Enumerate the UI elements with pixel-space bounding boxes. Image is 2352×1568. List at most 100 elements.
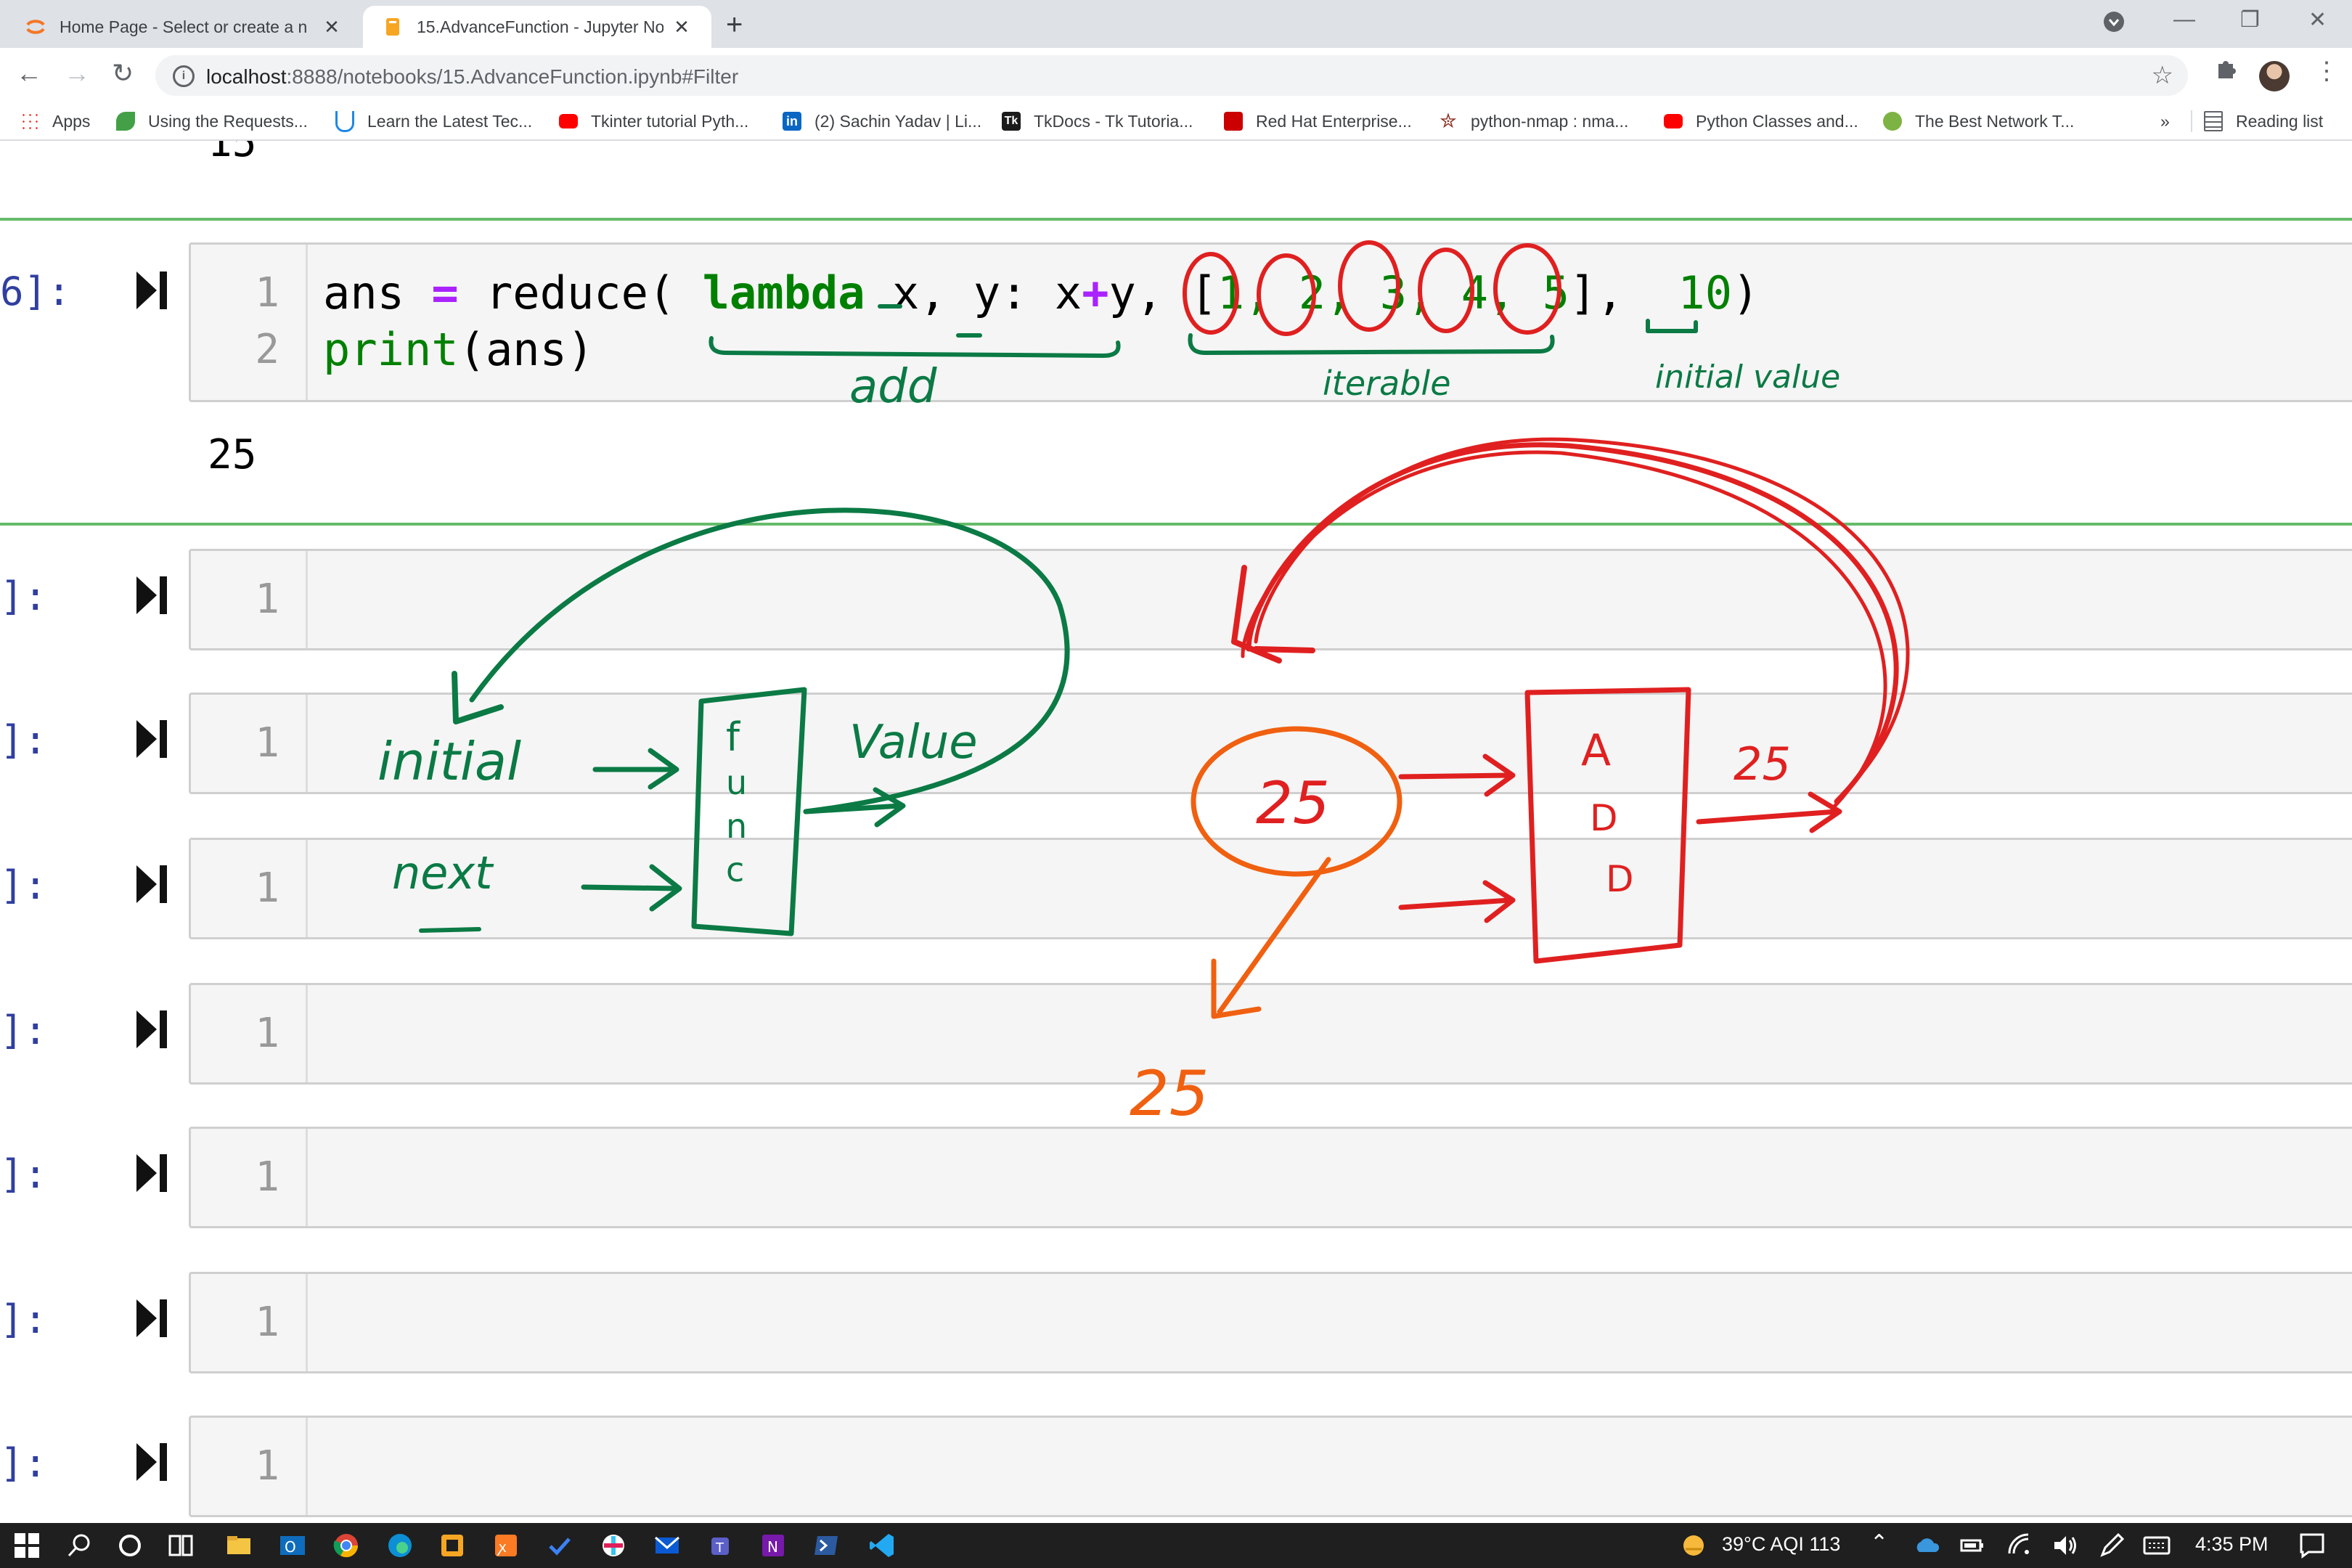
cell-input[interactable]: 1 2 ans = reduce( lambda x, y: x+y, [1, … bbox=[189, 242, 2352, 402]
code-cell[interactable]: ]: 1 bbox=[0, 983, 2352, 1085]
line-number-gutter: 1 bbox=[191, 985, 308, 1082]
bookmark-best-network[interactable]: The Best Network T... bbox=[1883, 109, 2074, 134]
file-explorer-icon[interactable] bbox=[225, 1532, 253, 1559]
xampp-icon[interactable]: ꭗ bbox=[492, 1532, 520, 1559]
close-tab-icon[interactable]: ✕ bbox=[321, 16, 343, 38]
teams-icon[interactable]: T bbox=[707, 1532, 735, 1559]
notifications-icon[interactable] bbox=[2298, 1532, 2326, 1559]
bookmark-apps[interactable]: Apps bbox=[20, 109, 90, 134]
bookmark-star-icon[interactable]: ☆ bbox=[2152, 61, 2173, 90]
bookmark-redhat[interactable]: Red Hat Enterprise... bbox=[1224, 109, 1412, 134]
cell-prompt: ]: bbox=[0, 862, 48, 908]
pen-workspace-icon[interactable] bbox=[2098, 1532, 2126, 1559]
forward-icon[interactable]: → bbox=[64, 58, 90, 89]
code-cell[interactable]: 6]: 1 2 ans = reduce( lambda x, y: x+y, … bbox=[0, 242, 2352, 402]
profile-avatar[interactable] bbox=[2259, 61, 2290, 91]
app-icon[interactable] bbox=[438, 1532, 466, 1559]
vscode-icon[interactable] bbox=[868, 1532, 896, 1559]
close-window-icon[interactable]: ✕ bbox=[2308, 7, 2327, 33]
menu-kebab-icon[interactable]: ⋮ bbox=[2314, 57, 2339, 86]
browser-toolbar: ← → ↻ i localhost:8888/notebooks/15.Adva… bbox=[0, 48, 2352, 103]
bookmark-python-classes[interactable]: Python Classes and... bbox=[1664, 109, 1858, 134]
bookmark-learn-latest[interactable]: Learn the Latest Tec... bbox=[335, 109, 532, 134]
clock-time[interactable]: 4:35 PM bbox=[2195, 1533, 2269, 1556]
code-cell[interactable]: ]: 1 bbox=[0, 693, 2352, 794]
run-cell-icon[interactable] bbox=[134, 1008, 170, 1051]
code-cell[interactable]: ]: 1 bbox=[0, 549, 2352, 650]
line-number-gutter: 1 bbox=[191, 1129, 308, 1226]
tab-advance-function[interactable]: 15.AdvanceFunction - Jupyter No ✕ bbox=[363, 6, 711, 48]
new-tab-icon[interactable]: + bbox=[726, 9, 743, 41]
edge-icon[interactable] bbox=[386, 1532, 414, 1559]
cell-input[interactable]: 1 bbox=[189, 1272, 2352, 1373]
code-cell[interactable]: ]: 1 bbox=[0, 1416, 2352, 1517]
bookmark-python-nmap[interactable]: ✮ python-nmap : nma... bbox=[1439, 109, 1628, 134]
u-logo-icon bbox=[335, 110, 354, 132]
cell-input[interactable]: 1 bbox=[189, 838, 2352, 939]
show-hidden-icons-chevron[interactable]: ⌃ bbox=[1870, 1530, 1888, 1556]
cell-input[interactable]: 1 bbox=[189, 1416, 2352, 1517]
onenote-icon[interactable]: N bbox=[759, 1532, 787, 1559]
outlook-icon[interactable]: O bbox=[279, 1532, 306, 1559]
task-view-icon[interactable] bbox=[167, 1532, 195, 1559]
site-info-icon[interactable]: i bbox=[173, 65, 195, 87]
weather-text[interactable]: 39°C AQI 113 bbox=[1722, 1533, 1840, 1556]
code-line-1[interactable]: ans = reduce( lambda x, y: x+y, [1, 2, 3… bbox=[323, 266, 1759, 319]
address-bar[interactable]: i localhost:8888/notebooks/15.AdvanceFun… bbox=[155, 55, 2188, 96]
run-cell-icon[interactable] bbox=[134, 1151, 170, 1195]
chrome-icon[interactable] bbox=[332, 1532, 360, 1559]
url-text: localhost:8888/notebooks/15.AdvanceFunct… bbox=[206, 65, 739, 88]
cell-input[interactable]: 1 bbox=[189, 693, 2352, 794]
volume-icon[interactable] bbox=[2051, 1532, 2079, 1559]
cell-prompt: ]: bbox=[0, 1151, 48, 1197]
wifi-icon[interactable] bbox=[2006, 1532, 2034, 1559]
youtube-icon bbox=[1664, 114, 1683, 128]
code-cell[interactable]: ]: 1 bbox=[0, 1272, 2352, 1373]
run-cell-icon[interactable] bbox=[134, 573, 170, 617]
tk-icon: Tk bbox=[1002, 112, 1021, 131]
touch-keyboard-icon[interactable] bbox=[2143, 1532, 2171, 1559]
bookmarks-overflow-chevron[interactable]: » bbox=[2160, 109, 2170, 134]
reading-list-icon bbox=[2204, 111, 2223, 131]
reload-icon[interactable]: ↻ bbox=[112, 58, 134, 89]
redhat-icon bbox=[1224, 112, 1243, 131]
reading-list[interactable]: Reading list bbox=[2204, 109, 2323, 134]
run-cell-icon[interactable] bbox=[134, 717, 170, 761]
bookmark-requests[interactable]: Using the Requests... bbox=[116, 109, 308, 134]
line-number: 1 bbox=[255, 1442, 279, 1490]
back-icon[interactable]: ← bbox=[16, 58, 42, 89]
battery-icon[interactable] bbox=[1959, 1532, 1986, 1559]
code-line-2[interactable]: print(ans) bbox=[323, 323, 594, 376]
bookmark-divider bbox=[2191, 110, 2192, 132]
bookmark-tkinter[interactable]: Tkinter tutorial Pyth... bbox=[559, 109, 748, 134]
code-cell[interactable]: ]: 1 bbox=[0, 1127, 2352, 1228]
bookmark-tkdocs[interactable]: Tk TkDocs - Tk Tutoria... bbox=[1002, 109, 1193, 134]
mail-icon[interactable] bbox=[653, 1532, 681, 1559]
cell-input[interactable]: 1 bbox=[189, 549, 2352, 650]
todo-check-icon[interactable] bbox=[546, 1532, 573, 1559]
restore-icon[interactable]: ❐ bbox=[2240, 7, 2260, 33]
line-number: 1 bbox=[255, 1299, 279, 1346]
extensions-icon[interactable] bbox=[2214, 57, 2237, 86]
cortana-icon[interactable] bbox=[116, 1532, 144, 1559]
search-icon[interactable] bbox=[65, 1532, 93, 1559]
green-circle-icon bbox=[1883, 112, 1902, 131]
onedrive-cloud-icon[interactable] bbox=[1914, 1532, 1941, 1559]
bookmark-linkedin[interactable]: in (2) Sachin Yadav | Li... bbox=[783, 109, 981, 134]
cell-input[interactable]: 1 bbox=[189, 1127, 2352, 1228]
tab-search-icon[interactable] bbox=[2102, 10, 2126, 39]
tab-home-page[interactable]: Home Page - Select or create a n ✕ bbox=[0, 6, 363, 48]
line-number-gutter: 1 bbox=[191, 551, 308, 648]
minimize-icon[interactable]: — bbox=[2173, 7, 2195, 32]
run-cell-icon[interactable] bbox=[134, 1297, 170, 1340]
slack-icon[interactable] bbox=[600, 1532, 627, 1559]
windows-start-icon[interactable] bbox=[13, 1532, 41, 1559]
cell-input[interactable]: 1 bbox=[189, 983, 2352, 1085]
notebook-area[interactable]: 15 6]: 1 2 ans = reduce( lambda x, y: x+… bbox=[0, 141, 2352, 1523]
close-tab-icon[interactable]: ✕ bbox=[671, 16, 693, 38]
powershell-icon[interactable] bbox=[813, 1532, 841, 1559]
code-cell[interactable]: ]: 1 bbox=[0, 838, 2352, 939]
run-cell-icon[interactable] bbox=[134, 1440, 170, 1484]
run-cell-icon[interactable] bbox=[134, 269, 170, 312]
run-cell-icon[interactable] bbox=[134, 862, 170, 906]
